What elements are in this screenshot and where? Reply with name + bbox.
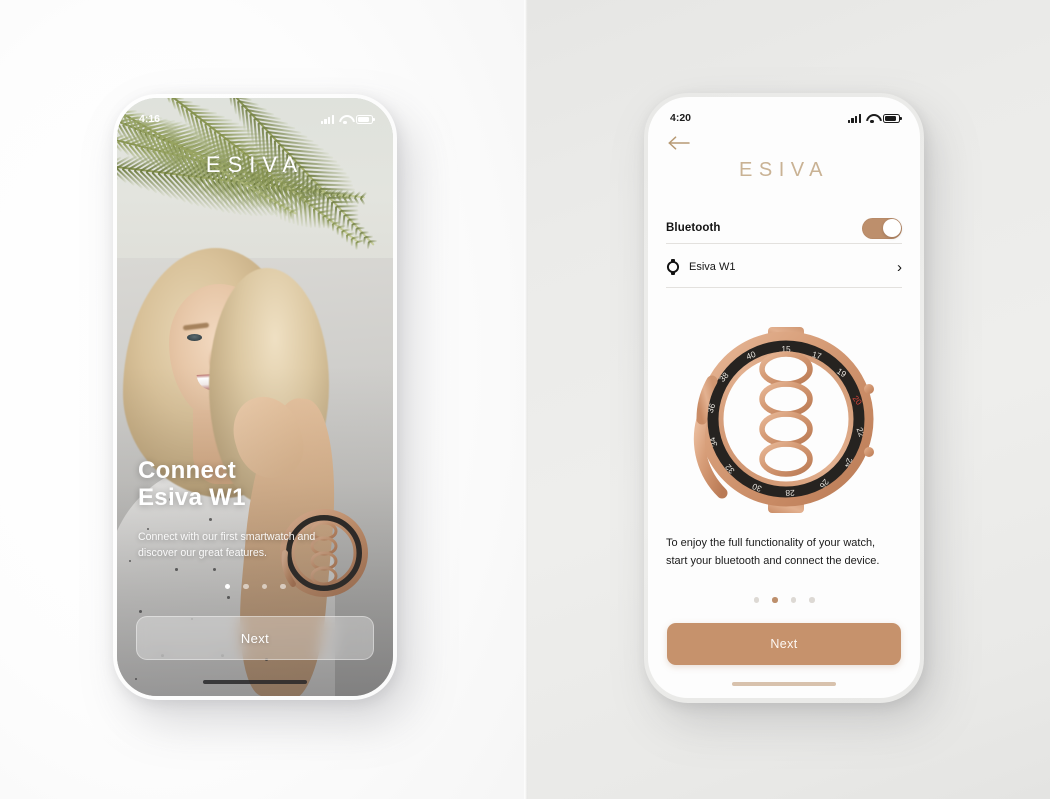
device-row[interactable]: Esiva W1 › <box>666 249 902 285</box>
frond-blade <box>324 192 357 195</box>
left-status-icons <box>320 114 375 124</box>
panel-divider <box>524 0 528 799</box>
left-home-indicator[interactable] <box>203 680 307 684</box>
model-eye-left <box>187 334 202 341</box>
signal-bars-icon <box>320 114 334 124</box>
bluetooth-label: Bluetooth <box>666 222 721 234</box>
device-row-left: Esiva W1 <box>666 259 735 275</box>
watch-illustration: 15 17 19 20 22 24 26 28 30 32 34 36 38 4… <box>693 327 874 513</box>
page-dot-2[interactable] <box>790 597 796 603</box>
page-dot-2[interactable] <box>261 583 267 589</box>
right-home-indicator[interactable] <box>732 682 836 686</box>
wifi-icon <box>866 114 878 123</box>
right-status-time: 4:20 <box>670 112 692 124</box>
onboarding-hero-photo <box>117 98 393 696</box>
headline-line-2: Esiva W1 <box>138 483 246 511</box>
frond-blade <box>355 242 358 251</box>
page-dot-0[interactable] <box>224 583 230 589</box>
svg-text:28: 28 <box>785 488 795 498</box>
watch-icon <box>666 259 680 275</box>
left-status-time: 4:16 <box>139 113 161 125</box>
right-description: To enjoy the full functionality of your … <box>666 537 880 567</box>
left-next-button[interactable]: Next <box>136 616 374 660</box>
battery-icon <box>883 113 902 123</box>
right-status-icons <box>847 113 902 123</box>
page-dot-0[interactable] <box>753 597 759 603</box>
right-phone-mockup: 4:20 ESIVA Bluetooth Esiva W1 › 15 17 19… <box>648 97 920 698</box>
right-page-indicator[interactable] <box>648 597 920 603</box>
bluetooth-row[interactable]: Bluetooth <box>666 211 902 245</box>
page-dot-3[interactable] <box>280 583 286 589</box>
product-image: 15 17 19 20 22 24 26 28 30 32 34 36 38 4… <box>664 307 904 532</box>
back-arrow-icon[interactable] <box>668 135 690 151</box>
frond-blade <box>328 196 358 199</box>
frond-blade <box>346 234 349 243</box>
page-dot-1[interactable] <box>772 597 778 603</box>
left-status-bar: 4:16 <box>117 98 393 130</box>
device-name: Esiva W1 <box>689 261 736 273</box>
page-dot-1[interactable] <box>243 583 249 589</box>
wifi-icon <box>339 115 351 124</box>
chevron-right-icon[interactable]: › <box>897 260 902 275</box>
toggle-knob <box>882 219 901 237</box>
divider-under-device <box>666 287 902 288</box>
battery-icon <box>356 114 375 124</box>
left-next-label: Next <box>240 630 270 646</box>
left-phone-mockup: 4:16 ESIVA Connect Esiva W1 Connect with… <box>117 98 393 696</box>
frond-blade <box>336 205 359 208</box>
divider-under-bluetooth <box>666 243 902 244</box>
left-brand-title: ESIVA <box>205 152 305 177</box>
right-next-button[interactable]: Next <box>667 623 901 665</box>
right-next-label: Next <box>770 637 798 651</box>
page-dot-3[interactable] <box>809 597 815 603</box>
frond-blade <box>351 238 353 247</box>
frond-blade <box>332 200 358 203</box>
frond-blade <box>341 230 344 239</box>
signal-bars-icon <box>847 113 861 123</box>
left-page-indicator[interactable] <box>117 583 393 589</box>
scene: 4:16 ESIVA Connect Esiva W1 Connect with… <box>0 0 1050 799</box>
headline-line-1: Connect <box>138 456 237 484</box>
onboarding-subtext: Connect with our first smartwatch and di… <box>138 530 316 559</box>
onboarding-headline: Connect Esiva W1 <box>138 457 246 511</box>
bluetooth-toggle[interactable] <box>862 217 902 239</box>
right-status-bar: 4:20 <box>648 97 920 129</box>
right-brand-title: ESIVA <box>739 159 829 181</box>
